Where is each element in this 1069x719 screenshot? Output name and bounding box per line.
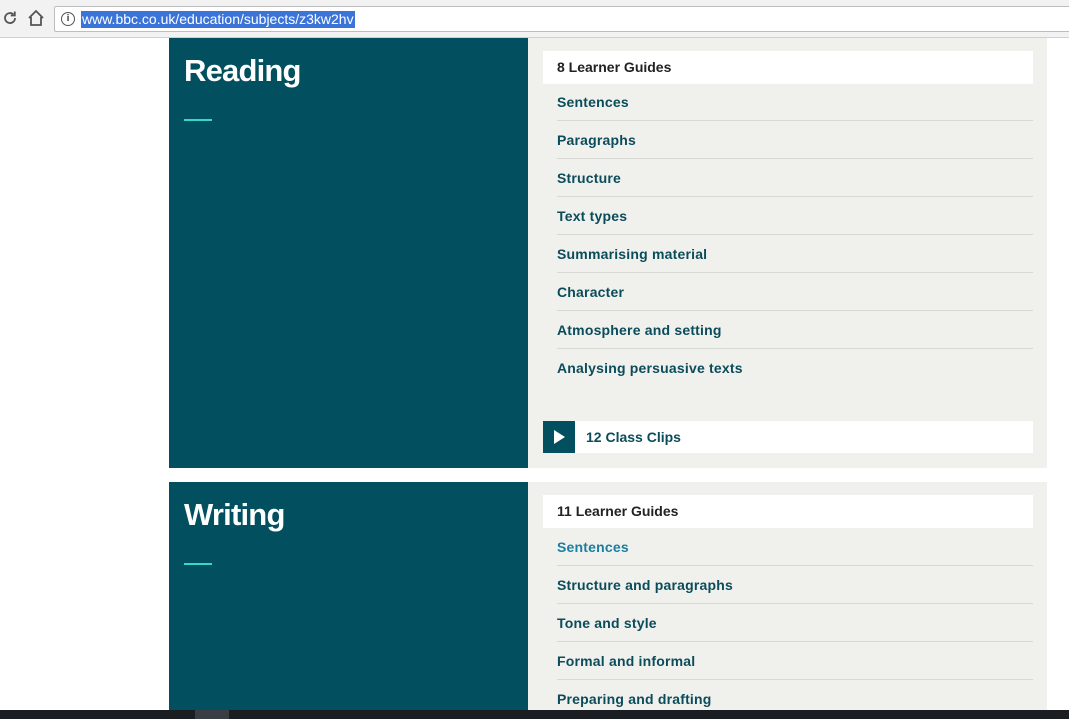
guide-link-character[interactable]: Character [557,273,1033,311]
title-accent-line [184,563,212,565]
reading-guides-panel: 8 Learner Guides Sentences Paragraphs St… [528,38,1047,468]
guide-link-structure[interactable]: Structure [557,159,1033,197]
writing-guides-panel: 11 Learner Guides Sentences Structure an… [528,482,1047,719]
guide-link-sentences[interactable]: Sentences [557,528,1033,566]
reading-guide-list: Sentences Paragraphs Structure Text type… [557,83,1033,387]
home-icon[interactable] [26,8,46,28]
play-icon[interactable] [543,421,575,453]
guide-link-paragraphs[interactable]: Paragraphs [557,121,1033,159]
taskbar-active-item[interactable] [195,710,229,719]
writing-section: Writing 11 Learner Guides Sentences Stru… [169,482,1047,719]
guide-link-structure-and-paragraphs[interactable]: Structure and paragraphs [557,566,1033,604]
guide-link-summarising-material[interactable]: Summarising material [557,235,1033,273]
reading-section: Reading 8 Learner Guides Sentences Parag… [169,38,1047,468]
url-text[interactable]: www.bbc.co.uk/education/subjects/z3kw2hv [81,11,355,28]
class-clips-link[interactable]: 12 Class Clips [543,421,1033,453]
address-bar[interactable]: i www.bbc.co.uk/education/subjects/z3kw2… [54,6,1069,32]
os-taskbar [0,710,1069,719]
guide-link-tone-and-style[interactable]: Tone and style [557,604,1033,642]
writing-guide-list: Sentences Structure and paragraphs Tone … [557,528,1033,718]
learner-guides-count: 8 Learner Guides [543,51,1033,84]
class-clips-label[interactable]: 12 Class Clips [586,421,681,453]
reading-title: Reading [184,53,302,88]
guide-link-formal-and-informal[interactable]: Formal and informal [557,642,1033,680]
writing-title: Writing [184,497,285,532]
reading-title-panel: Reading [169,38,528,468]
browser-toolbar: i www.bbc.co.uk/education/subjects/z3kw2… [0,0,1069,38]
guide-link-sentences[interactable]: Sentences [557,83,1033,121]
reload-icon[interactable] [0,8,20,28]
info-icon[interactable]: i [61,12,75,26]
learner-guides-count: 11 Learner Guides [543,495,1033,528]
title-accent-line [184,119,212,121]
guide-link-atmosphere-and-setting[interactable]: Atmosphere and setting [557,311,1033,349]
guide-link-text-types[interactable]: Text types [557,197,1033,235]
guide-link-analysing-persuasive-texts[interactable]: Analysing persuasive texts [557,349,1033,387]
writing-title-panel: Writing [169,482,528,719]
